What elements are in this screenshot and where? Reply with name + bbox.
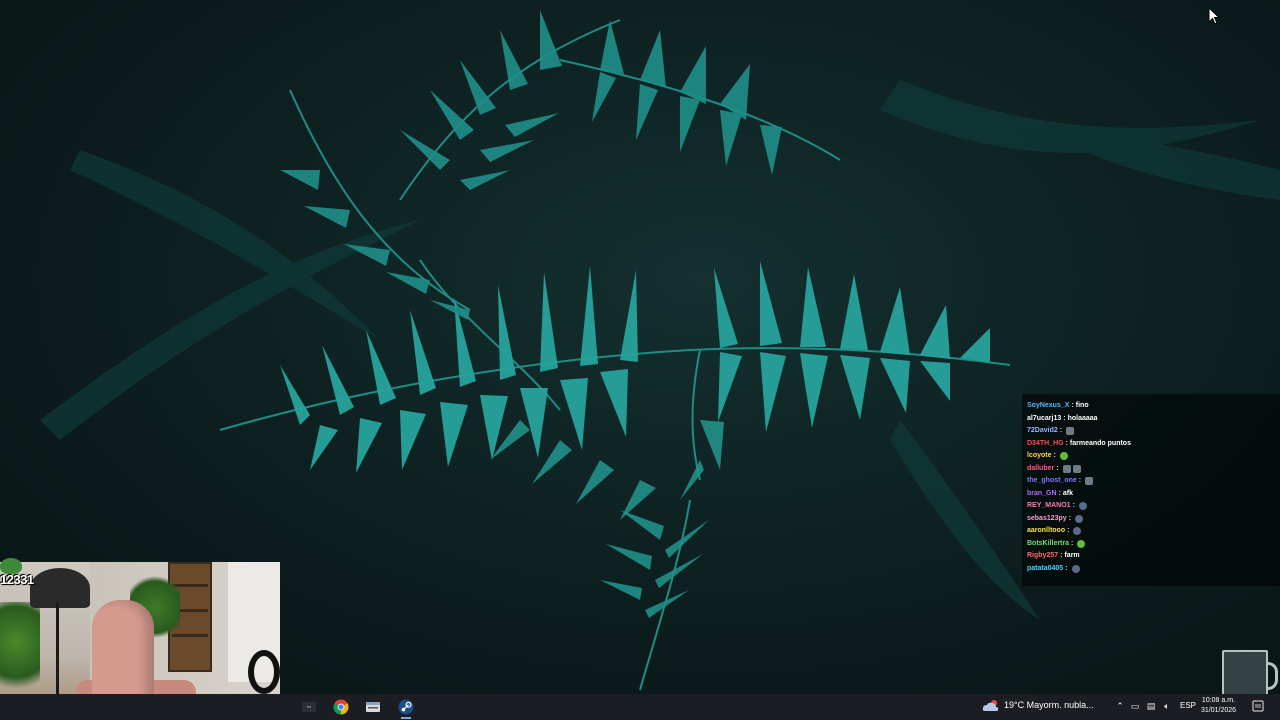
chat-separator: : [1058,489,1061,497]
system-clock[interactable]: 10:08 a.m. 31/01/2026 [1201,696,1237,716]
mouse-cursor-icon [1208,7,1220,25]
chat-separator: : [1071,539,1074,547]
chat-separator: : [1071,402,1074,409]
weather-text[interactable]: 19°C Mayorm. nubla... [1004,700,1094,710]
svg-text:▪▪▪: ▪▪▪ [307,704,312,709]
chat-username: SoyNexus_X [1027,402,1070,409]
chat-emote-icon [1071,564,1080,573]
chat-separator: : [1067,527,1070,534]
chat-text: afk [1062,489,1074,497]
chat-emote-icon [1066,427,1075,436]
chrome-icon[interactable] [332,698,350,716]
chat-username: bran_GN [1027,489,1057,497]
clock-time: 10:08 a.m. [1201,697,1235,704]
webcam-plant-left [0,602,40,702]
chat-text: holaaaaa [1067,414,1098,422]
chat-message: al7ucarj13: holaaaaa [1027,413,1275,426]
webcam-softbox-lamp [30,568,90,608]
display-icon[interactable]: ▭ [1129,701,1141,713]
chat-message: Rigby257: farm [1027,550,1275,563]
chat-message-list: SoyNexus_X: fino al7ucarj13: holaaaaa 72Davi… [1027,400,1275,575]
viewer-count: 12331 [0,572,34,587]
chat-emote-icon [1075,514,1084,523]
chat-username: lcoyote [1027,452,1052,459]
chat-separator: : [1065,439,1068,447]
notification-icon[interactable] [1252,700,1264,712]
chat-separator: : [1065,564,1068,572]
chat-separator: : [1059,427,1063,434]
steam-icon[interactable] [397,698,415,719]
chat-username: dalluber [1027,464,1055,472]
chat-message: dalluber: [1027,463,1275,476]
chat-emote-icon [1077,539,1086,548]
stream-chat-overlay: SoyNexus_X: fino al7ucarj13: holaaaaa 72Davi… [1022,394,1280,586]
chat-username: the_ghost_one [1027,477,1077,484]
chat-message: patata0405: [1027,563,1275,576]
chat-message: D34TH_HG: farmeando puntos [1027,438,1275,451]
chat-username: Rigby257 [1027,552,1059,559]
chat-emote-icon [1062,464,1071,473]
chat-text: farmeando puntos [1069,439,1131,447]
chat-message: lcoyote: [1027,450,1275,463]
chat-separator: : [1072,502,1075,509]
chat-message: SoyNexus_X: fino [1027,400,1275,413]
chat-username: BotsKillertra [1027,539,1070,547]
chat-separator: : [1078,477,1082,484]
webcam-headset [248,650,280,694]
chat-emote-icon [1085,477,1094,486]
chat-message: bran_GN: afk [1027,488,1275,501]
chat-message: 72David2: [1027,425,1275,438]
chat-emote-icon [1072,464,1081,473]
chat-message: BotsKillertra: [1027,538,1275,551]
chevron-up-icon[interactable]: ⌃ [1114,701,1126,713]
language-indicator[interactable]: ESP [1180,701,1196,710]
chat-emote-icon [1073,527,1082,536]
chat-username: al7ucarj13 [1027,414,1062,422]
chat-separator: : [1053,452,1056,459]
chat-username: aaronlltooo [1027,527,1066,534]
chat-text: fino [1075,402,1089,409]
chat-username: 72David2 [1027,427,1058,434]
file-manager-icon[interactable] [364,698,382,716]
chat-message-clipped [1027,394,1275,400]
chat-separator: : [1063,414,1066,422]
chat-username: sebas123py [1027,514,1067,522]
chat-text: farm [1064,552,1080,559]
chat-message: the_ghost_one: [1027,475,1275,488]
chat-message: sebas123py: [1027,513,1275,526]
chat-username: patata0405 [1027,564,1064,572]
stream-deck-icon[interactable]: ▪▪▪ [300,698,318,716]
speaker-icon[interactable]: 🔈︎ [1161,701,1173,713]
cloud-weather-icon[interactable] [982,700,1000,712]
chat-emote-icon [1059,452,1068,461]
chat-separator: : [1068,514,1072,522]
chat-username: D34TH_HG [1027,439,1064,447]
clock-date: 31/01/2026 [1201,707,1237,714]
network-icon[interactable]: ▤ [1145,701,1157,713]
chat-emote-icon [1078,502,1087,511]
chat-username: REY_MANO1 [1027,502,1071,509]
chat-message: REY_MANO1: [1027,500,1275,513]
chat-message: aaronlltooo: [1027,525,1275,538]
chat-separator: : [1060,552,1063,559]
chat-separator: : [1056,464,1059,472]
